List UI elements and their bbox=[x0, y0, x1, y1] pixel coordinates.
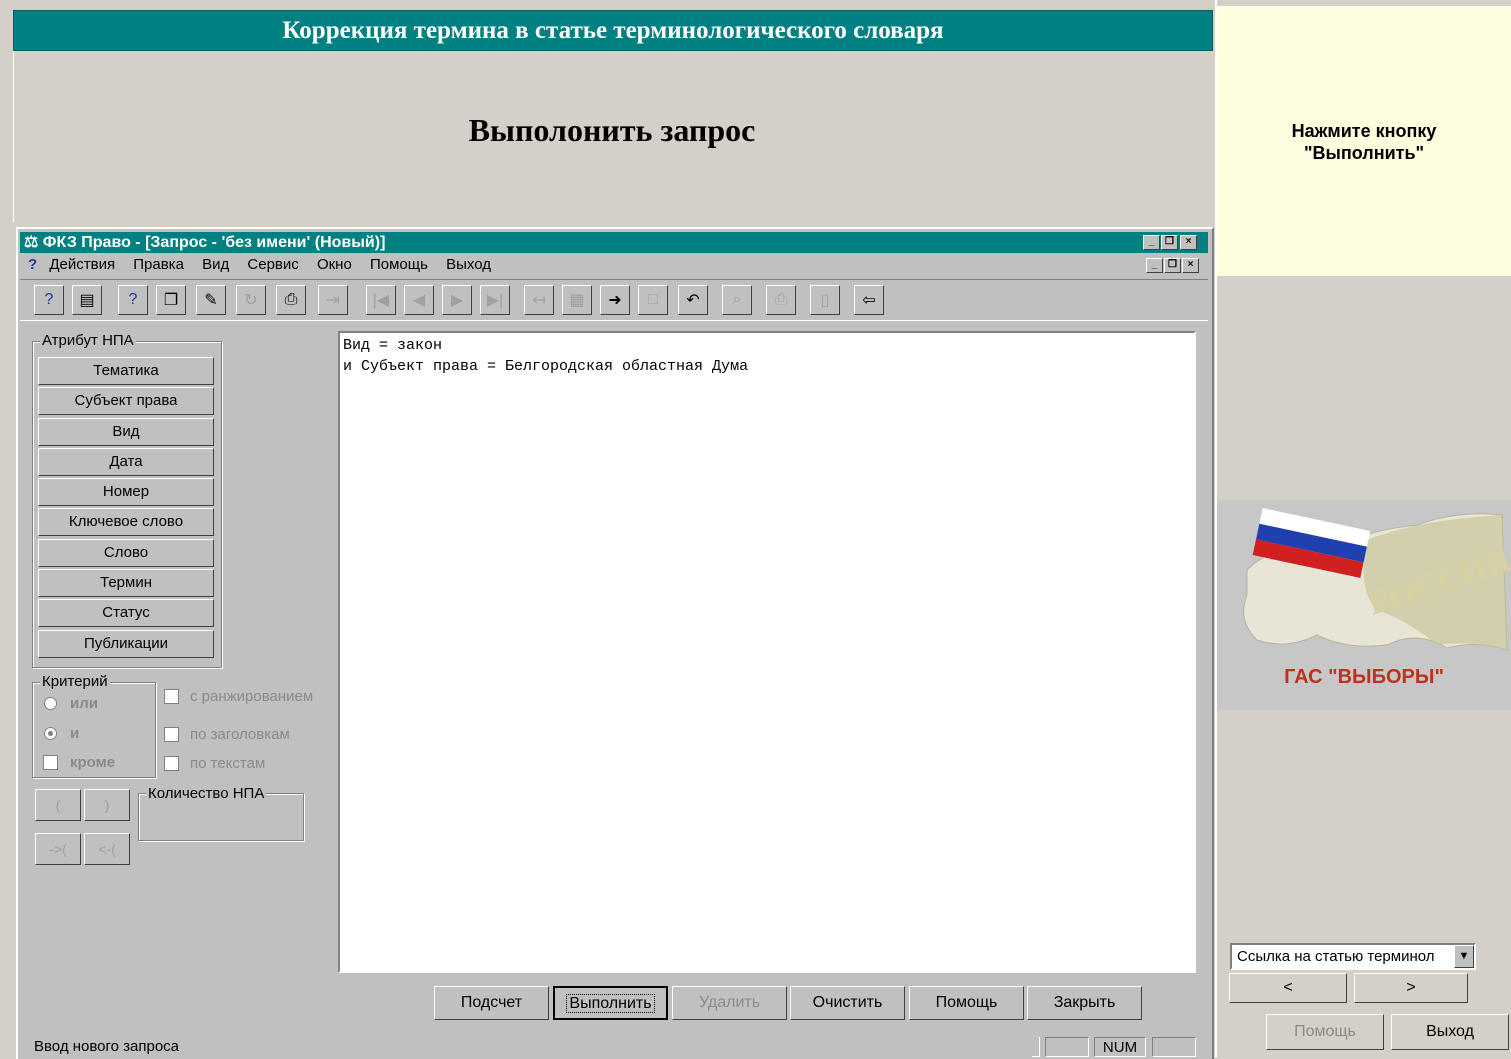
attr-button-topic[interactable]: Тематика bbox=[38, 357, 214, 385]
print-icon[interactable]: ⎙ bbox=[276, 285, 306, 315]
close-query-button[interactable]: Закрыть bbox=[1027, 986, 1142, 1020]
query-line-2: и Субъект права = Белгородская областная… bbox=[343, 358, 749, 375]
attr-button-type[interactable]: Вид bbox=[38, 418, 214, 446]
criteria-or-label: или bbox=[70, 695, 98, 712]
execute-button[interactable]: Выполнить bbox=[553, 986, 668, 1020]
query-textarea[interactable]: Вид = закон и Субъект права = Белгородска… bbox=[338, 331, 1196, 973]
mdi-restore-button[interactable]: ❐ bbox=[1164, 258, 1181, 273]
document-icon: ? bbox=[28, 256, 38, 273]
criteria-group-label: Критерий bbox=[40, 673, 110, 690]
attr-button-number[interactable]: Номер bbox=[38, 478, 214, 506]
side-exit-button[interactable]: Выход bbox=[1391, 1014, 1509, 1050]
scales-icon: ⚖ bbox=[24, 234, 39, 251]
window-title: ФКЗ Право - [Запрос - 'без имени' (Новый… bbox=[42, 234, 386, 251]
logo-caption: ГАС "ВЫБОРЫ" bbox=[1284, 666, 1444, 688]
insert-icon[interactable]: ➜ bbox=[600, 285, 630, 315]
headings-checkbox[interactable] bbox=[164, 727, 179, 742]
reference-select-value: Ссылка на статью терминол bbox=[1237, 948, 1435, 965]
criteria-or-radio[interactable] bbox=[44, 697, 57, 710]
count-group-label: Количество НПА bbox=[146, 785, 267, 802]
menu-view[interactable]: Вид bbox=[202, 254, 229, 276]
criteria-and-label: и bbox=[70, 725, 80, 742]
menu-bar: ? Действия Правка Вид Сервис Окно Помощь… bbox=[20, 254, 1208, 276]
query-line-1: Вид = закон bbox=[343, 337, 443, 354]
blank-icon[interactable]: □ bbox=[638, 285, 668, 315]
status-text: Ввод нового запроса bbox=[34, 1038, 180, 1055]
open-bracket-button[interactable]: ( bbox=[35, 789, 81, 821]
attr-button-publications[interactable]: Публикации bbox=[38, 630, 214, 658]
prev-record-icon[interactable]: ◀ bbox=[404, 285, 434, 315]
print-disabled-icon[interactable]: ⎙ bbox=[766, 285, 796, 315]
attr-button-status[interactable]: Статус bbox=[38, 599, 214, 627]
find-icon[interactable]: ⌕ bbox=[722, 285, 752, 315]
copy-icon[interactable]: ❐ bbox=[156, 285, 186, 315]
mdi-minimize-button[interactable]: _ bbox=[1146, 258, 1163, 273]
reference-select[interactable]: Ссылка на статью терминол ▼ bbox=[1230, 943, 1476, 970]
hint-line-1: Нажмите кнопку bbox=[1291, 121, 1437, 141]
new-query-icon[interactable]: ? bbox=[34, 285, 64, 315]
mdi-close-button[interactable]: × bbox=[1182, 258, 1199, 273]
query-help-icon[interactable]: ? bbox=[118, 285, 148, 315]
count-button[interactable]: Подсчет bbox=[434, 986, 549, 1020]
status-divider bbox=[1032, 1037, 1040, 1057]
delete-button[interactable]: Удалить bbox=[672, 986, 787, 1020]
next-button[interactable]: > bbox=[1354, 973, 1468, 1003]
menu-actions[interactable]: Действия bbox=[49, 254, 115, 276]
first-record-icon[interactable]: |◀ bbox=[366, 285, 396, 315]
russia-map-logo: РОССИЯ bbox=[1243, 508, 1511, 651]
window-title-bar: ⚖ ФКЗ Право - [Запрос - 'без имени' (Нов… bbox=[20, 232, 1208, 253]
criteria-and-radio[interactable] bbox=[44, 727, 57, 740]
status-bar: Ввод нового запроса bbox=[20, 1035, 1208, 1057]
execute-button-label: Выполнить bbox=[566, 994, 655, 1013]
attr-button-term[interactable]: Термин bbox=[38, 569, 214, 597]
edit-icon[interactable]: ✎ bbox=[196, 285, 226, 315]
attr-button-subject[interactable]: Субъект права bbox=[38, 387, 214, 415]
status-num-indicator: NUM bbox=[1094, 1037, 1146, 1057]
menu-service[interactable]: Сервис bbox=[247, 254, 298, 276]
menu-help[interactable]: Помощь bbox=[370, 254, 428, 276]
hint-line-2: "Выполнить" bbox=[1303, 143, 1425, 163]
headings-label: по заголовкам bbox=[190, 726, 290, 743]
ranking-label: с ранжированием bbox=[190, 688, 314, 705]
close-button[interactable]: × bbox=[1180, 235, 1197, 250]
attr-button-date[interactable]: Дата bbox=[38, 448, 214, 476]
chevron-down-icon[interactable]: ▼ bbox=[1454, 945, 1474, 968]
attr-button-keyword[interactable]: Ключевое слово bbox=[38, 508, 214, 536]
criteria-except-label: кроме bbox=[70, 754, 116, 771]
help-button[interactable]: Помощь bbox=[909, 986, 1024, 1020]
prev-button[interactable]: < bbox=[1229, 973, 1347, 1003]
ranking-checkbox[interactable] bbox=[164, 689, 179, 704]
minimize-button[interactable]: _ bbox=[1143, 235, 1160, 250]
side-help-button[interactable]: Помощь bbox=[1266, 1014, 1384, 1050]
shift-out-bracket-button[interactable]: <-( bbox=[84, 833, 130, 865]
texts-checkbox[interactable] bbox=[164, 756, 179, 771]
restore-button[interactable]: ❐ bbox=[1161, 235, 1178, 250]
close-bracket-button[interactable]: ) bbox=[84, 789, 130, 821]
hint-text: Нажмите кнопку "Выполнить" bbox=[1217, 120, 1511, 164]
status-cell-empty bbox=[1045, 1037, 1089, 1057]
form-icon[interactable]: ▦ bbox=[562, 285, 592, 315]
attribute-group-label: Атрибут НПА bbox=[40, 332, 136, 349]
menu-exit[interactable]: Выход bbox=[446, 254, 491, 276]
texts-label: по текстам bbox=[190, 755, 266, 772]
menu-edit[interactable]: Правка bbox=[133, 254, 184, 276]
status-cell-empty-2 bbox=[1152, 1037, 1196, 1057]
page-subtitle: Выполонить запрос bbox=[468, 112, 756, 148]
page-header-title: Коррекция термина в статье терминологиче… bbox=[13, 10, 1213, 51]
next-record-icon[interactable]: ▶ bbox=[442, 285, 472, 315]
refresh-icon[interactable]: ↻ bbox=[236, 285, 266, 315]
attr-button-word[interactable]: Слово bbox=[38, 539, 214, 567]
book-icon[interactable]: ▯ bbox=[810, 285, 840, 315]
toolbar: ? ▤ ? ❐ ✎ ↻ ⎙ ⇥ |◀ ◀ ▶ ▶| ↤ ▦ ➜ □ ↶ ⌕ ⎙ … bbox=[20, 279, 1208, 321]
exit-door-icon[interactable]: ⇦ bbox=[854, 285, 884, 315]
back-icon[interactable]: ↤ bbox=[524, 285, 554, 315]
last-record-icon[interactable]: ▶| bbox=[480, 285, 510, 315]
criteria-except-checkbox[interactable] bbox=[43, 755, 58, 770]
new-document-icon[interactable]: ▤ bbox=[72, 285, 102, 315]
clear-button[interactable]: Очистить bbox=[790, 986, 905, 1020]
undo-icon[interactable]: ↶ bbox=[678, 285, 708, 315]
open-icon[interactable]: ⇥ bbox=[318, 285, 348, 315]
shift-in-bracket-button[interactable]: ->( bbox=[35, 833, 81, 865]
menu-window[interactable]: Окно bbox=[317, 254, 352, 276]
